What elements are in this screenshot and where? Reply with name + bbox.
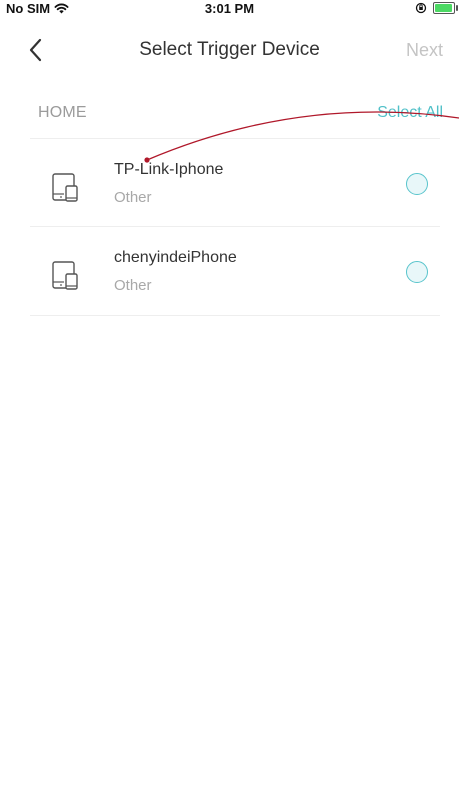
device-type: Other <box>114 189 152 206</box>
battery-icon <box>433 2 458 14</box>
page-title: Select Trigger Device <box>139 39 320 60</box>
device-type: Other <box>114 277 152 294</box>
device-select-radio[interactable] <box>406 173 428 195</box>
status-indicators <box>415 2 458 14</box>
orientation-lock-icon <box>415 2 427 14</box>
status-time: 3:01 PM <box>204 1 255 16</box>
device-row[interactable]: chenyindeiPhone Other <box>30 226 440 316</box>
select-all-button[interactable]: Select All <box>377 104 443 122</box>
device-row[interactable]: TP-Link-Iphone Other <box>30 138 440 227</box>
section-header: HOME Select All <box>0 100 459 138</box>
device-select-radio[interactable] <box>406 261 428 283</box>
next-button[interactable]: Next <box>406 40 443 61</box>
devices-icon <box>52 261 78 290</box>
section-label: HOME <box>38 104 87 121</box>
devices-icon <box>52 173 78 202</box>
nav-bar: Select Trigger Device Next <box>0 20 459 80</box>
device-name: TP-Link-Iphone <box>114 161 224 178</box>
status-bar: No SIM 3:01 PM <box>0 0 459 20</box>
device-name: chenyindeiPhone <box>114 249 237 266</box>
